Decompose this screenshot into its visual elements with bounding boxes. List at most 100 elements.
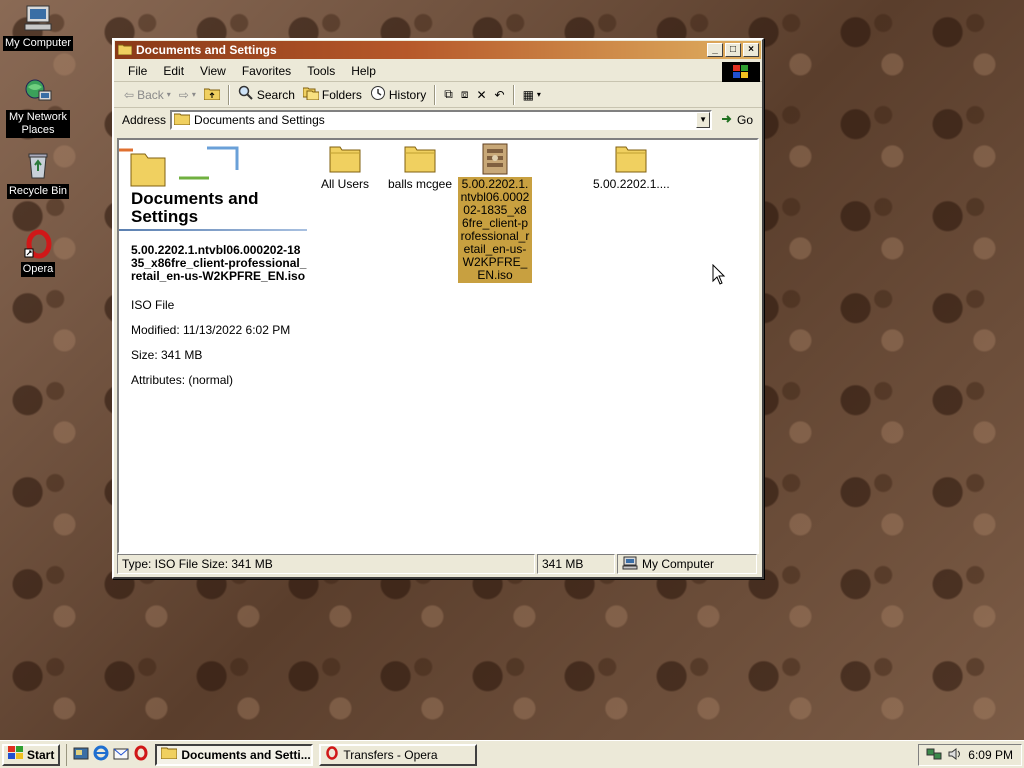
computer-icon [622, 556, 638, 573]
folders-label: Folders [321, 87, 362, 102]
address-value: Documents and Settings [194, 113, 325, 127]
search-icon [238, 85, 254, 104]
opera-icon [325, 746, 339, 763]
task-documents-and-settings[interactable]: Documents and Setti... [155, 743, 314, 766]
explorer-window[interactable]: Documents and Settings _ □ × File Edit V… [112, 38, 764, 579]
menu-view[interactable]: View [192, 62, 234, 80]
address-input[interactable]: Documents and Settings ▼ [170, 110, 713, 130]
desktop-icon-my-computer[interactable]: My Computer [2, 2, 74, 51]
task-label: Documents and Setti... [181, 747, 311, 762]
folder-icon [117, 43, 133, 58]
desktop-icon-network-places[interactable]: My Network Places [2, 76, 74, 138]
desktop-icon-recycle-bin[interactable]: Recycle Bin [2, 150, 74, 199]
delete-button[interactable]: ✕ [472, 86, 490, 104]
desktop-icon-label: Opera [20, 262, 56, 277]
go-button[interactable]: Go [720, 112, 753, 129]
move-to-button[interactable]: ⧉ [440, 85, 457, 104]
show-desktop-icon[interactable] [73, 745, 89, 764]
list-item-all-users[interactable]: All Users [305, 143, 385, 192]
title-bar[interactable]: Documents and Settings _ □ × [115, 41, 761, 59]
menu-file[interactable]: File [120, 62, 155, 80]
undo-button[interactable]: ↶ [491, 86, 509, 104]
network-places-icon [22, 76, 54, 108]
list-item-folder-5-00[interactable]: 5.00.2202.1.... [591, 143, 671, 192]
up-folder-button[interactable] [200, 84, 224, 105]
back-label: Back [137, 87, 164, 102]
status-size: 341 MB [537, 554, 615, 574]
menu-tools[interactable]: Tools [299, 62, 343, 80]
task-transfers-opera[interactable]: Transfers - Opera [319, 743, 478, 766]
opera-icon[interactable] [133, 745, 149, 764]
folder-icon [404, 143, 436, 175]
item-name: 5.00.2202.1.... [593, 177, 670, 191]
go-arrow-icon [720, 112, 734, 129]
status-zone-label: My Computer [642, 557, 715, 571]
internet-explorer-icon[interactable] [93, 745, 109, 764]
folders-icon [302, 86, 320, 103]
desktop-icon-label: My Computer [2, 36, 74, 51]
forward-button[interactable]: ⇨ ▾ [175, 86, 200, 104]
history-button[interactable]: History [366, 83, 430, 106]
up-folder-icon [203, 86, 221, 103]
folders-button[interactable]: Folders [299, 84, 366, 105]
status-type: Type: ISO File Size: 341 MB [117, 554, 535, 574]
history-label: History [388, 87, 427, 102]
minimize-button[interactable]: _ [707, 43, 723, 57]
chevron-down-icon: ▾ [536, 90, 541, 99]
pane-title: Documents and Settings [131, 189, 259, 226]
list-item-iso-file[interactable]: 5.00.2202.1.ntvbl06.000202-1835_x86fre_c… [455, 143, 535, 283]
clock[interactable]: 6:09 PM [968, 748, 1013, 762]
menu-help[interactable]: Help [343, 62, 384, 80]
selected-file-modified: Modified: 11/13/2022 6:02 PM [131, 323, 291, 337]
address-bar: Address Documents and Settings ▼ Go [114, 108, 762, 132]
item-name: 5.00.2202.1.ntvbl06.000202-1835_x86fre_c… [458, 177, 532, 283]
folder-icon [173, 113, 191, 128]
menu-favorites[interactable]: Favorites [234, 62, 299, 80]
search-label: Search [256, 87, 295, 102]
quick-launch [66, 743, 149, 766]
system-tray: 6:09 PM [918, 744, 1022, 766]
copy-to-icon: ⧈ [460, 87, 469, 101]
search-button[interactable]: Search [234, 83, 299, 106]
folder-icon [615, 143, 647, 175]
folder-icon [160, 747, 178, 762]
toolbar-separator [227, 84, 230, 105]
menu-edit[interactable]: Edit [155, 62, 192, 80]
selected-file-name: 5.00.2202.1.ntvbl06.000202-1835_x86fre_c… [131, 243, 307, 283]
network-tray-icon[interactable] [926, 747, 942, 764]
toolbar-separator [434, 84, 437, 105]
selected-file-size: Size: 341 MB [131, 348, 203, 362]
volume-icon[interactable] [948, 747, 962, 764]
windows-logo-icon [722, 62, 760, 82]
folder-banner-icon [119, 140, 239, 191]
maximize-button[interactable]: □ [725, 43, 741, 57]
back-arrow-icon: ⇦ [124, 87, 135, 102]
chevron-down-icon: ▾ [166, 90, 171, 99]
forward-arrow-icon: ⇨ [178, 87, 189, 102]
iso-file-icon [479, 143, 511, 175]
back-button[interactable]: ⇦ Back ▾ [120, 86, 175, 104]
desktop-icon-label: My Network Places [6, 110, 70, 138]
desktop-icon-opera[interactable]: Opera [2, 228, 74, 277]
views-button[interactable]: ▦ ▾ [519, 86, 545, 104]
item-name: balls mcgee [387, 177, 453, 191]
status-bar: Type: ISO File Size: 341 MB 341 MB My Co… [117, 554, 759, 574]
toolbar-separator [512, 84, 515, 105]
chevron-down-icon: ▾ [191, 90, 196, 99]
standard-toolbar: ⇦ Back ▾ ⇨ ▾ Search Folders History ⧉ ⧈ … [114, 82, 762, 108]
web-view-info-pane: Documents and Settings 5.00.2202.1.ntvbl… [119, 140, 309, 552]
outlook-express-icon[interactable] [113, 745, 129, 764]
taskbar: Start Documents and Setti... Transfers -… [0, 740, 1024, 768]
mouse-cursor-icon [712, 263, 726, 289]
list-item-balls-mcgee[interactable]: balls mcgee [380, 143, 460, 192]
move-to-icon: ⧉ [444, 87, 453, 101]
opera-icon [22, 228, 54, 260]
close-button[interactable]: × [743, 43, 759, 57]
windows-logo-icon [8, 746, 24, 763]
folder-view[interactable]: Documents and Settings 5.00.2202.1.ntvbl… [117, 138, 759, 554]
start-button[interactable]: Start [2, 743, 61, 766]
computer-icon [22, 2, 54, 34]
status-zone: My Computer [617, 554, 757, 574]
address-dropdown-button[interactable]: ▼ [696, 112, 711, 128]
copy-to-button[interactable]: ⧈ [457, 85, 473, 104]
